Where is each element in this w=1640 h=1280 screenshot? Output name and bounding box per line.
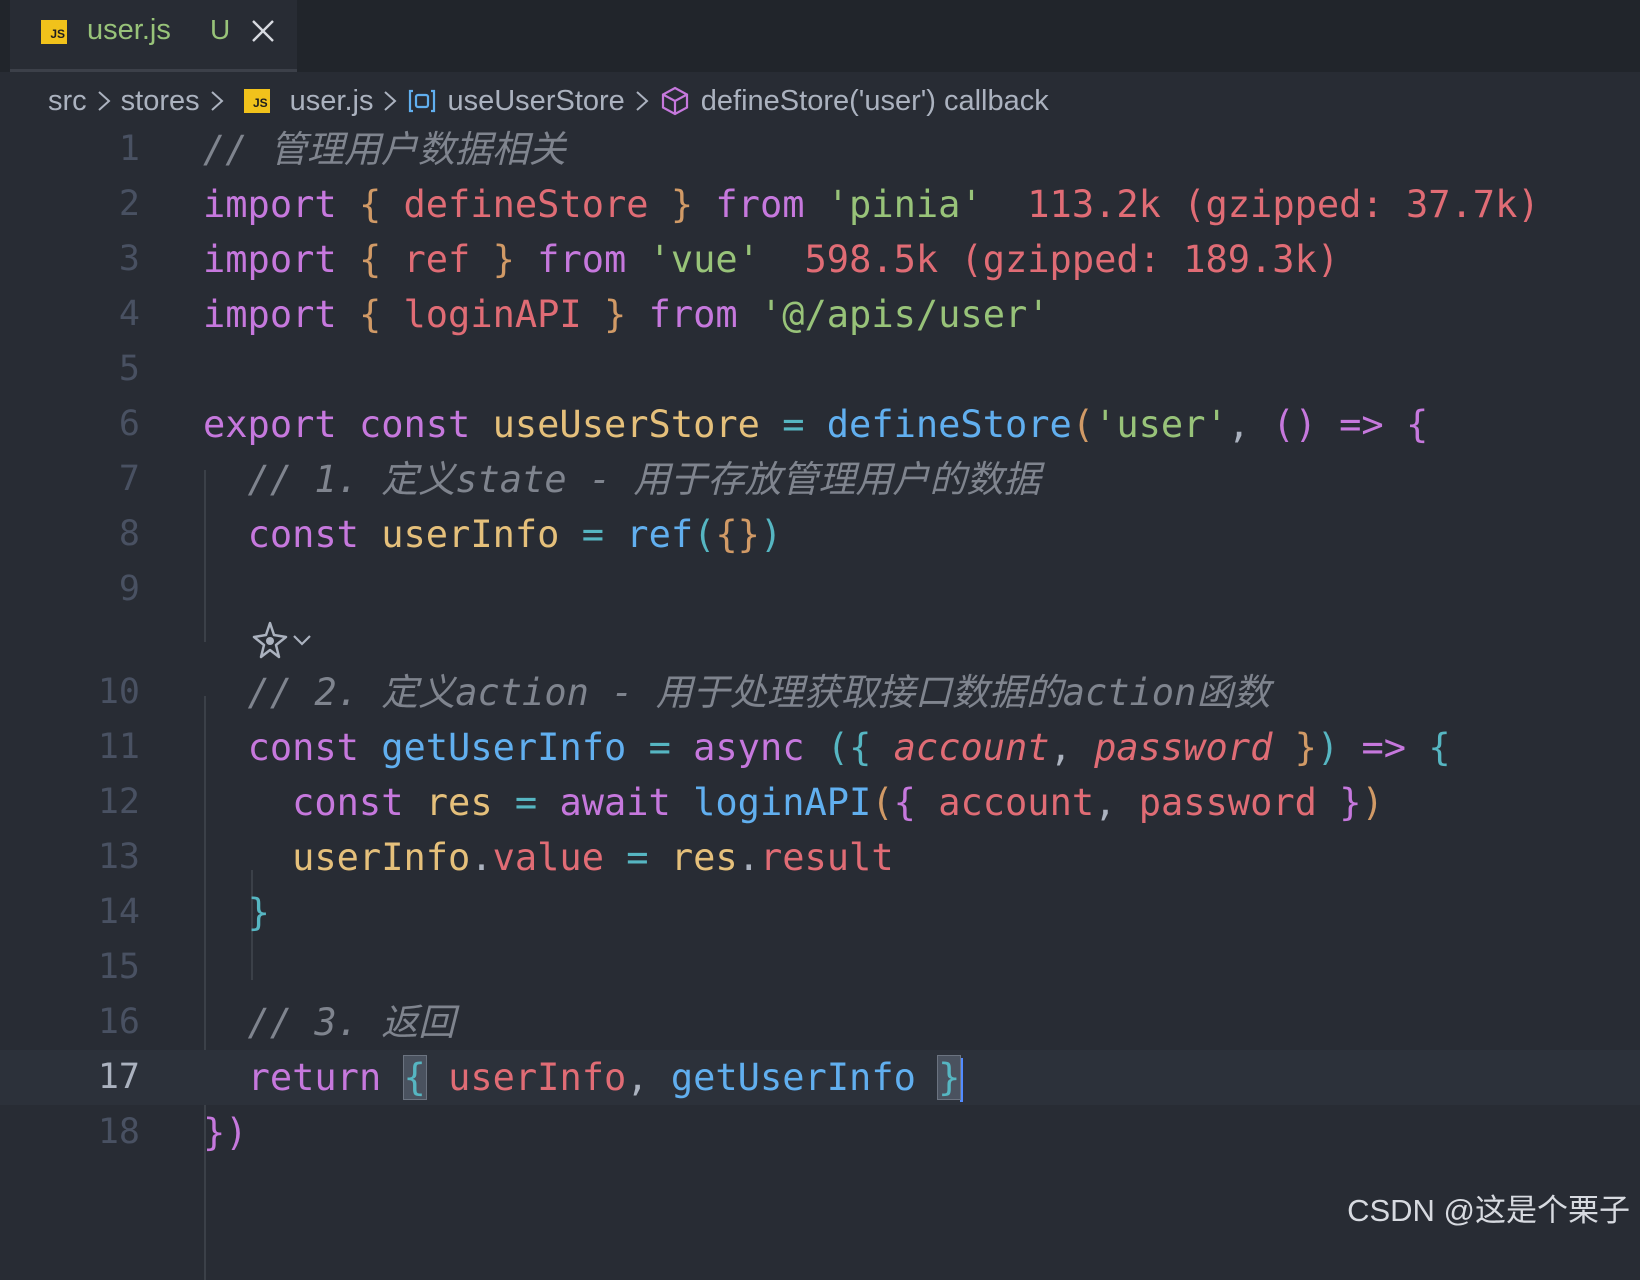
chevron-right-icon xyxy=(636,91,649,111)
tab-user-js[interactable]: JS user.js U xyxy=(10,0,297,72)
breadcrumb-src[interactable]: src xyxy=(48,85,87,118)
breadcrumb-user-js[interactable]: JS user.js xyxy=(234,85,373,118)
code-text: import { defineStore } from 'pinia' 113.… xyxy=(203,183,1540,226)
cube-icon xyxy=(661,86,688,116)
line-number: 11 xyxy=(97,727,140,767)
breadcrumb-stores[interactable]: stores xyxy=(121,85,200,118)
code-line: 13 userInfo.value = res.result xyxy=(0,830,1640,885)
code-line: 10 // 2. 定义action - 用于处理获取接口数据的action函数 xyxy=(0,665,1640,720)
code-editor[interactable]: 1 // 管理用户数据相关 2 import { defineStore } f… xyxy=(0,122,1640,1280)
line-number: 8 xyxy=(118,514,140,554)
code-text: const userInfo = ref({}) xyxy=(247,513,783,556)
ai-sparkle-icon xyxy=(252,621,288,659)
code-text: // 3. 返回 xyxy=(247,1001,456,1044)
code-text: import { ref } from 'vue' 598.5k (gzippe… xyxy=(203,238,1340,281)
chevron-right-icon xyxy=(98,91,111,111)
line-number: 1 xyxy=(118,129,140,169)
code-line: 14 } xyxy=(0,885,1640,940)
code-line: 9 xyxy=(0,562,1640,617)
code-line: 3 import { ref } from 'vue' 598.5k (gzip… xyxy=(0,232,1640,287)
line-number: 4 xyxy=(118,294,140,334)
code-line: 18 }) xyxy=(0,1105,1640,1160)
code-line: 5 xyxy=(0,342,1640,397)
code-text: userInfo.value = res.result xyxy=(292,836,894,879)
close-icon[interactable] xyxy=(250,18,276,44)
code-line: 1 // 管理用户数据相关 xyxy=(0,122,1640,177)
code-line-current: 17 return { userInfo, getUserInfo } xyxy=(0,1050,1640,1105)
code-line: 11 const getUserInfo = async ({ account,… xyxy=(0,720,1640,775)
code-line: 2 import { defineStore } from 'pinia' 11… xyxy=(0,177,1640,232)
code-line: 4 import { loginAPI } from '@/apis/user' xyxy=(0,287,1640,342)
line-number: 7 xyxy=(118,459,140,499)
import-cost-label: 113.2k (gzipped: 37.7k) xyxy=(1027,183,1540,226)
code-line: 15 xyxy=(0,940,1640,995)
code-line: 16 // 3. 返回 xyxy=(0,995,1640,1050)
code-line: 6 export const useUserStore = defineStor… xyxy=(0,397,1640,452)
js-file-icon: JS xyxy=(41,20,67,44)
line-number: 15 xyxy=(97,947,140,987)
watermark: CSDN @这是个栗子 xyxy=(1347,1193,1630,1228)
js-file-icon: JS xyxy=(243,89,270,113)
code-line: 7 // 1. 定义state - 用于存放管理用户的数据 xyxy=(0,452,1640,507)
breadcrumb-use-user-store[interactable]: useUserStore xyxy=(407,85,625,118)
code-text: return { userInfo, getUserInfo } xyxy=(203,1050,964,1105)
line-number: 12 xyxy=(97,782,140,822)
line-number: 5 xyxy=(118,349,140,389)
code-text: // 管理用户数据相关 xyxy=(203,128,566,171)
line-number: 16 xyxy=(97,1002,140,1042)
line-number: 3 xyxy=(118,239,140,279)
code-text: // 2. 定义action - 用于处理获取接口数据的action函数 xyxy=(247,671,1271,714)
line-number: 18 xyxy=(97,1112,140,1152)
line-number: 10 xyxy=(97,672,140,712)
breadcrumb: src stores JS user.js useUserStore defin… xyxy=(48,78,1049,124)
line-number: 9 xyxy=(118,569,140,609)
tab-bar: JS user.js U xyxy=(0,0,1640,72)
line-number: 17 xyxy=(97,1057,140,1097)
chevron-right-icon xyxy=(384,91,397,111)
chevron-right-icon xyxy=(210,91,224,111)
line-number: 2 xyxy=(118,184,140,224)
line-number: 14 xyxy=(97,892,140,932)
chevron-down-icon xyxy=(293,635,311,646)
code-text: // 1. 定义state - 用于存放管理用户的数据 xyxy=(247,458,1041,501)
line-number: 13 xyxy=(97,837,140,877)
code-text: }) xyxy=(203,1111,248,1154)
breadcrumb-define-store-callback[interactable]: defineStore('user') callback xyxy=(659,85,1049,118)
import-cost-label: 598.5k (gzipped: 189.3k) xyxy=(804,238,1340,281)
code-line: 12 const res = await loginAPI({ account,… xyxy=(0,775,1640,830)
module-icon xyxy=(409,89,436,113)
code-text: import { loginAPI } from '@/apis/user' xyxy=(203,293,1050,336)
code-text: const res = await loginAPI({ account, pa… xyxy=(292,781,1384,824)
code-text: export const useUserStore = defineStore(… xyxy=(203,403,1429,446)
code-text: } xyxy=(247,891,270,934)
code-text: const getUserInfo = async ({ account, pa… xyxy=(247,726,1451,769)
code-line: 8 const userInfo = ref({}) xyxy=(0,507,1640,562)
tab-git-status: U xyxy=(210,14,231,45)
ai-hint-button[interactable] xyxy=(250,617,322,663)
line-number: 6 xyxy=(118,404,140,444)
tab-filename: user.js xyxy=(87,14,171,46)
text-cursor xyxy=(960,1057,964,1102)
